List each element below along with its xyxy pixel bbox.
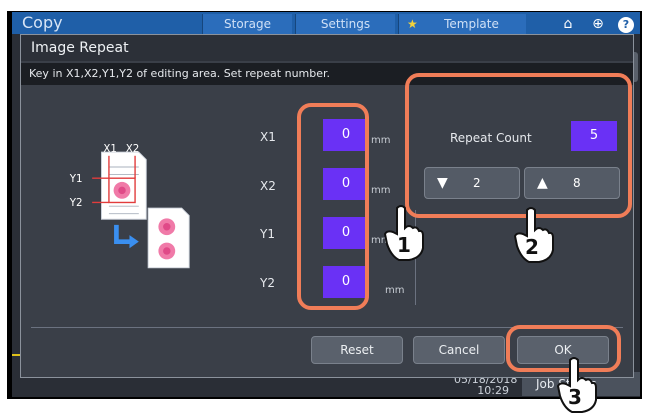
time-text: 10:29	[477, 384, 509, 397]
tab-template[interactable]: ★ Template	[398, 14, 526, 34]
callout-2-number: 2	[525, 235, 539, 259]
top-bar: Copy Storage Settings ★ Template ⌂ ⊕ ?	[12, 12, 640, 34]
app-title: Copy	[22, 13, 63, 32]
reset-button[interactable]: Reset	[311, 336, 403, 364]
callout-3-number: 3	[568, 385, 582, 409]
cancel-button[interactable]: Cancel	[413, 336, 505, 364]
star-icon: ★	[407, 17, 418, 31]
dialog-title: Image Repeat	[21, 35, 633, 61]
source-page-icon	[92, 151, 147, 220]
arrow-icon	[114, 224, 139, 249]
tab-storage[interactable]: Storage	[202, 14, 292, 34]
label-y2: Y2	[69, 197, 83, 209]
label-x2: X2	[126, 143, 140, 155]
x2-label: X2	[260, 179, 276, 193]
y2-unit: mm	[385, 285, 405, 296]
image-repeat-illustration: X1 X2 Y1 Y2	[69, 143, 190, 269]
callout-highlight-fields	[297, 103, 369, 310]
y2-label: Y2	[260, 276, 275, 290]
y1-label: Y1	[260, 227, 275, 241]
globe-icon[interactable]: ⊕	[586, 14, 610, 34]
x2-unit: mm	[371, 185, 391, 196]
tab-settings[interactable]: Settings	[295, 14, 395, 34]
callout-highlight-repeat	[405, 73, 632, 218]
label-y1: Y1	[69, 173, 83, 185]
hand-pointer-1-icon: 1	[383, 205, 424, 261]
hand-pointer-2-icon: 2	[513, 207, 554, 263]
result-page-icon	[147, 207, 190, 269]
tab-template-label: Template	[444, 17, 499, 31]
help-icon[interactable]: ?	[614, 14, 638, 34]
x1-label: X1	[260, 130, 276, 144]
home-icon[interactable]: ⌂	[556, 14, 580, 34]
hand-pointer-3-icon: 3	[556, 357, 597, 413]
x1-unit: mm	[371, 135, 391, 146]
label-x1: X1	[103, 143, 117, 155]
callout-1-number: 1	[397, 233, 411, 257]
